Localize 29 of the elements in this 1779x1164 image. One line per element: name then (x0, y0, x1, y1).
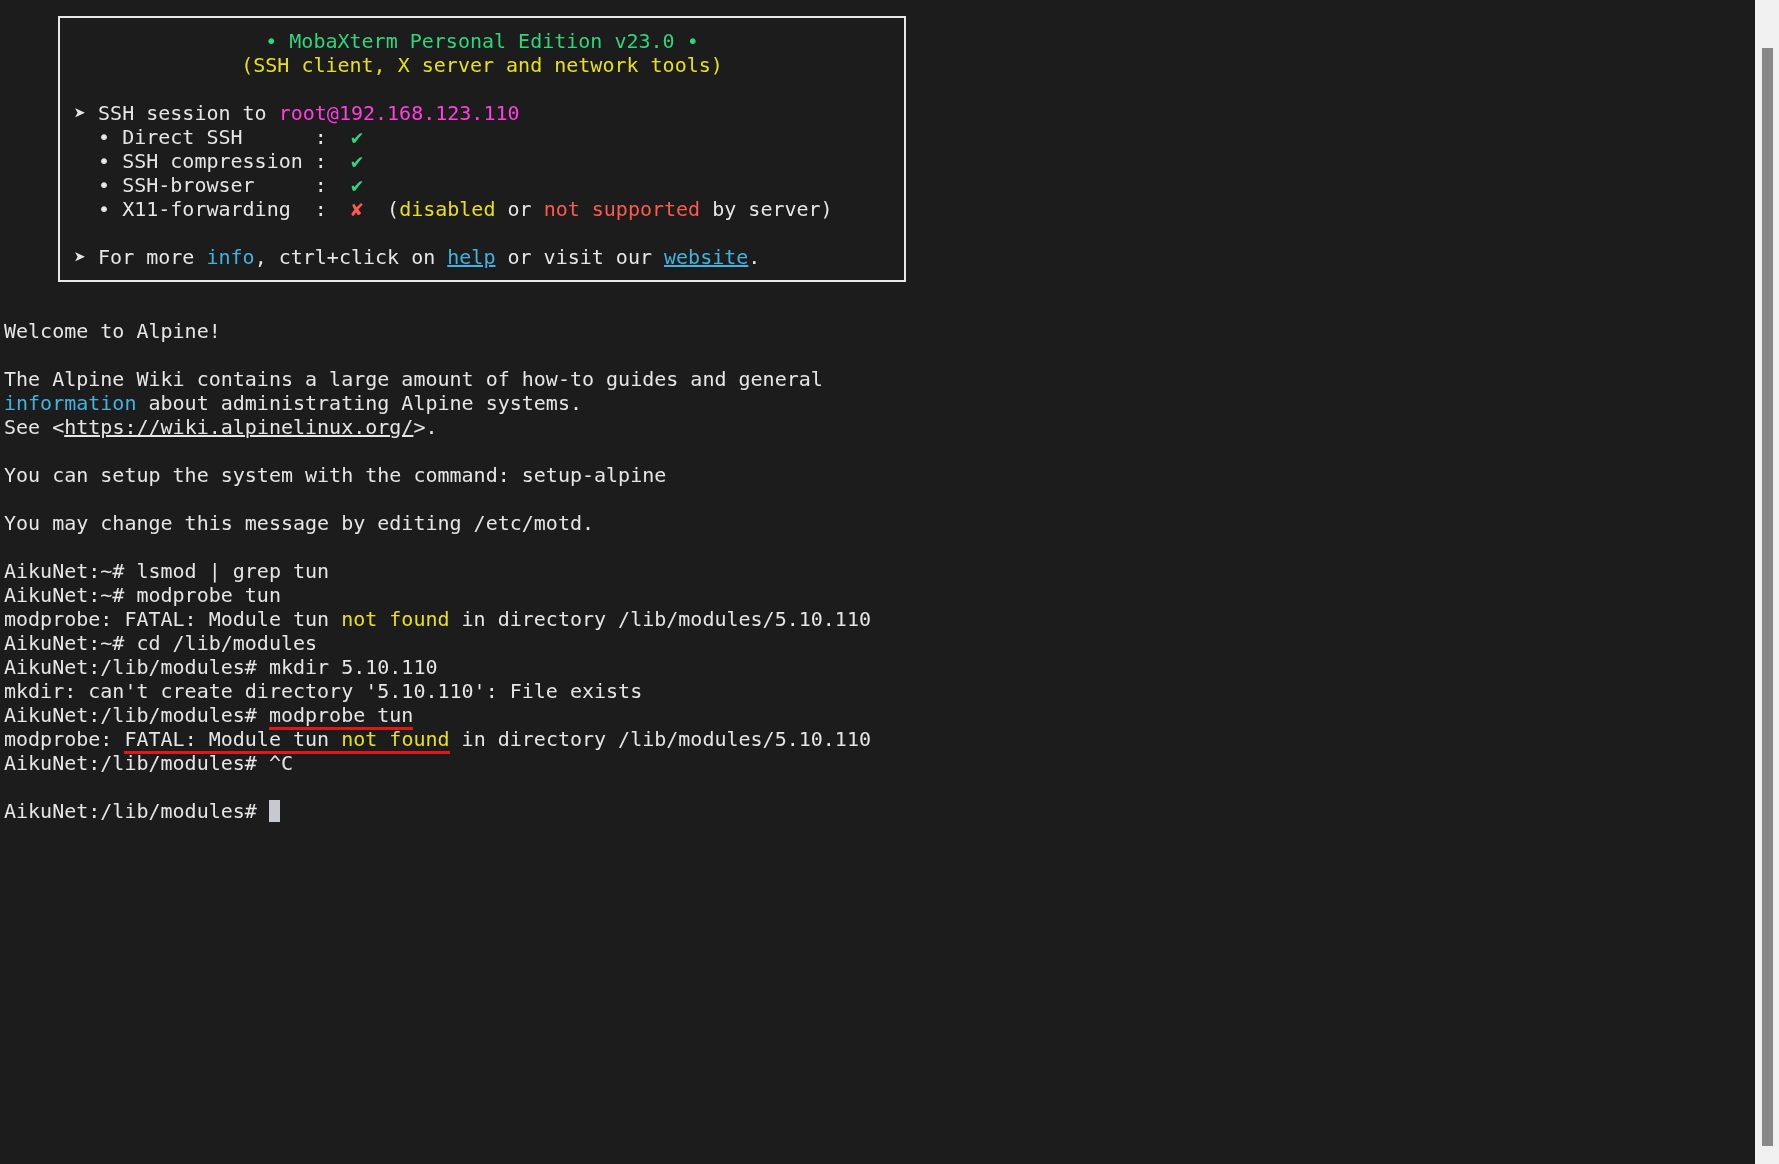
terminal-line: See <https://wiki.alpinelinux.org/>. (4, 415, 439, 439)
banner-line: • X11-forwarding : ✘ (disabled or not supported by server) (97, 197, 834, 221)
terminal-line: AikuNet:/lib/modules# (4, 799, 1755, 823)
terminal-line: modprobe: FATAL: Module tun not found in directory /lib/modules/5.10.110 (4, 727, 1755, 751)
terminal-line: You can setup the system with the command: setup-alpine (4, 463, 668, 487)
terminal-line: AikuNet:~# modprobe tun (4, 583, 282, 607)
terminal-line: AikuNet:/lib/modules# modprobe tun (4, 703, 1755, 727)
terminal-line: Welcome to Alpine! (4, 319, 222, 343)
terminal-line: AikuNet:~# lsmod | grep tun (4, 559, 331, 583)
banner-line: (SSH client, X server and network tools) (240, 53, 724, 77)
scrollbar-thumb[interactable] (1762, 48, 1773, 1146)
terminal-line: You may change this message by editing /etc/motd. (4, 511, 595, 535)
terminal-line: modprobe: FATAL: Module tun not found in directory /lib/modules/5.10.110 (4, 607, 872, 631)
banner-line: ➤ For more info, ctrl+click on help or visit our website. (74, 245, 762, 269)
terminal-line: mkdir: can't create directory '5.10.110': File exists (4, 679, 644, 703)
link[interactable]: https://wiki.alpinelinux.org/ (64, 415, 414, 439)
banner-line: • SSH-browser : ✔ (97, 173, 364, 197)
banner-line: • SSH compression : ✔ (97, 149, 364, 173)
terminal-line: The Alpine Wiki contains a large amount of how-to guides and general (4, 367, 824, 391)
banner-line: • MobaXterm Personal Edition v23.0 • (264, 29, 700, 53)
terminal-line: AikuNet:~# cd /lib/modules (4, 631, 319, 655)
banner-line: ➤ SSH session to root@192.168.123.110 (74, 101, 521, 125)
banner-line: • Direct SSH : ✔ (97, 125, 364, 149)
terminal-line: information about administrating Alpine systems. (4, 391, 583, 415)
link[interactable]: help (447, 245, 496, 269)
link[interactable]: website (664, 245, 749, 269)
terminal-line: AikuNet:/lib/modules# ^C (4, 751, 294, 775)
scrollbar[interactable] (1755, 0, 1779, 1164)
terminal-line: AikuNet:/lib/modules# mkdir 5.10.110 (4, 655, 439, 679)
